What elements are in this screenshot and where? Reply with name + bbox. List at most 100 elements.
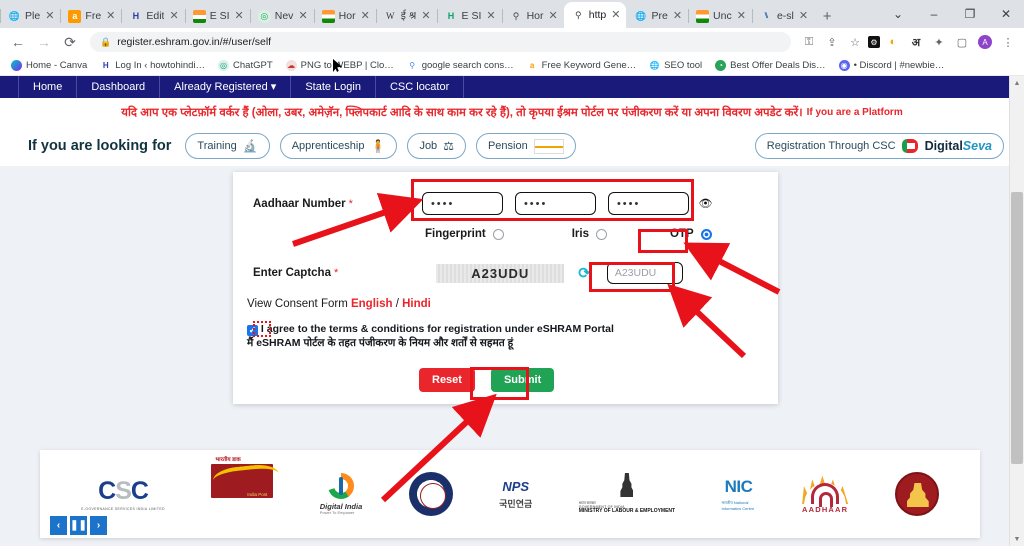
india-post-hindi: भारतीय डाक xyxy=(215,457,241,463)
sidepanel-icon[interactable]: ▢ xyxy=(952,32,972,52)
puzzle-icon[interactable]: ✦ xyxy=(929,32,949,52)
consent-english-link[interactable]: English xyxy=(351,298,393,310)
h-icon: H xyxy=(447,10,455,21)
browser-tab[interactable]: 🌐 Ple ✕ xyxy=(0,4,60,28)
telegram-icon: ◔ xyxy=(715,60,727,71)
share-icon[interactable]: ⇪ xyxy=(822,32,842,52)
reload-icon[interactable]: ⟳ xyxy=(58,30,82,54)
browser-tab[interactable]: ⚲ Hor ✕ xyxy=(501,4,564,28)
job-pill[interactable]: Job ⚖ xyxy=(407,133,466,159)
csc-registration-pill[interactable]: Registration Through CSC DigitalSeva xyxy=(754,133,1004,159)
back-icon[interactable]: ← xyxy=(6,30,30,54)
avatar[interactable]: A xyxy=(975,32,995,52)
bookmark-item[interactable]: ◎ ChatGPT xyxy=(213,57,278,75)
key-icon[interactable]: ⚿ xyxy=(799,32,819,52)
browser-tab[interactable]: W ई श्र ✕ xyxy=(375,4,437,28)
page-scrollbar[interactable]: ▲ ▼ xyxy=(1009,76,1024,546)
marquee-english-text: If you are a Platform xyxy=(806,106,903,118)
minimize-button[interactable]: – xyxy=(916,0,952,28)
close-icon[interactable]: ✕ xyxy=(672,10,682,22)
browser-tab[interactable]: 🌐 Pre ✕ xyxy=(626,4,688,28)
browser-tab[interactable]: Hor ✕ xyxy=(313,4,376,28)
address-bar[interactable]: 🔒 register.eshram.gov.in/#/user/self xyxy=(90,32,791,52)
sidebar-item-state-login[interactable]: State Login xyxy=(291,76,376,98)
pill-label: Training xyxy=(197,140,237,152)
consent-hindi-link[interactable]: Hindi xyxy=(402,298,431,310)
browser-tab[interactable]: H E SI ✕ xyxy=(436,4,502,28)
required-mark: * xyxy=(348,197,353,210)
close-window-button[interactable]: ✕ xyxy=(988,0,1024,28)
captcha-row: Enter Captcha * A23UDU ⟳ A23UDU xyxy=(253,262,758,284)
close-icon[interactable]: ✕ xyxy=(360,10,370,22)
tab-title: Hor xyxy=(526,10,544,22)
fingerprint-radio[interactable]: Fingerprint xyxy=(425,228,504,240)
close-icon[interactable]: ✕ xyxy=(234,10,244,22)
bookmark-item[interactable]: ◉ • Discord | #newbie… xyxy=(834,57,950,75)
carousel-prev-button[interactable]: ‹ xyxy=(50,516,67,535)
moon-icon[interactable]: ◐ xyxy=(883,32,903,52)
annotation-box-submit xyxy=(470,367,529,400)
forward-icon[interactable]: → xyxy=(32,30,56,54)
close-icon[interactable]: ✕ xyxy=(44,10,54,22)
sidebar-item-home[interactable]: Home xyxy=(18,76,78,98)
reset-button[interactable]: Reset xyxy=(419,368,475,392)
bookmark-item[interactable]: H Log In ‹ howtohindi… xyxy=(95,57,210,75)
carousel-pause-button[interactable]: ❚❚ xyxy=(70,516,87,535)
tab-title: Ple xyxy=(25,10,41,22)
annotation-box-aadhaar xyxy=(411,179,694,221)
bookmark-item[interactable]: Home - Canva xyxy=(6,57,92,75)
nic-logo: NIC भारतीय National Informatics Centre xyxy=(722,464,756,524)
chart-icon: ⑊ xyxy=(764,11,769,20)
tab-search-button[interactable]: ⌄ xyxy=(880,0,916,28)
pension-pill[interactable]: Pension xyxy=(475,133,576,159)
nps-korean-text: 국민연금 xyxy=(499,498,533,509)
eye-icon[interactable]: 👁 xyxy=(698,197,712,210)
amazon-icon: a xyxy=(529,61,535,70)
sidebar-item-already-registered[interactable]: Already Registered ▾ xyxy=(160,76,292,98)
close-icon[interactable]: ✕ xyxy=(548,10,558,22)
bookmark-item[interactable]: ◔ Best Offer Deals Dis… xyxy=(710,57,830,75)
browser-tab[interactable]: ◎ Nev ✕ xyxy=(249,4,314,28)
star-icon[interactable]: ☆ xyxy=(845,32,865,52)
close-icon[interactable]: ✕ xyxy=(798,10,808,22)
browser-tab[interactable]: Unc ✕ xyxy=(688,4,752,28)
carousel-next-button[interactable]: › xyxy=(90,516,107,535)
close-icon[interactable]: ✕ xyxy=(420,10,430,22)
browser-tab[interactable]: a Fre ✕ xyxy=(60,4,121,28)
ministry-name: MINISTRY OF LABOUR & EMPLOYMENT xyxy=(578,508,676,515)
new-tab-button[interactable]: + xyxy=(814,4,840,28)
whatsapp-icon: ◎ xyxy=(257,9,271,23)
browser-tab-active[interactable]: ⚲ http ✕ xyxy=(563,2,627,28)
training-pill[interactable]: Training 🔬 xyxy=(185,133,270,159)
browser-tab[interactable]: ⑊ e-sl ✕ xyxy=(751,4,814,28)
hindi-icon[interactable]: अ xyxy=(906,32,926,52)
scrollbar-thumb[interactable] xyxy=(1011,192,1023,464)
bookmark-item[interactable]: 🌐 SEO tool xyxy=(644,57,707,75)
close-icon[interactable]: ✕ xyxy=(297,10,307,22)
close-icon[interactable]: ✕ xyxy=(736,10,746,22)
bookmark-item[interactable]: a Free Keyword Gene… xyxy=(522,57,642,75)
browser-tab[interactable]: E SI ✕ xyxy=(184,4,250,28)
maximize-button[interactable]: ❐ xyxy=(952,0,988,28)
bookmark-item[interactable]: ⚲ google search cons… xyxy=(402,57,519,75)
iris-radio[interactable]: Iris xyxy=(572,228,607,240)
radio-dot[interactable] xyxy=(595,228,607,240)
radio-dot[interactable] xyxy=(492,228,504,240)
extension-dark-icon[interactable]: ⚙ xyxy=(868,36,880,48)
close-icon[interactable]: ✕ xyxy=(610,9,620,21)
close-icon[interactable]: ✕ xyxy=(485,10,495,22)
sidebar-item-dashboard[interactable]: Dashboard xyxy=(77,76,161,98)
close-icon[interactable]: ✕ xyxy=(105,10,115,22)
sidebar-item-csc-locator[interactable]: CSC locator xyxy=(376,76,465,98)
globe-icon: 🌐 xyxy=(635,10,647,21)
radio-dot-selected[interactable] xyxy=(700,228,712,240)
scroll-down-arrow-icon[interactable]: ▼ xyxy=(1010,532,1024,546)
chatgpt-icon: ◎ xyxy=(218,60,230,71)
close-icon[interactable]: ✕ xyxy=(168,10,178,22)
browser-menu-icon[interactable]: ⋮ xyxy=(998,32,1018,52)
scroll-up-arrow-icon[interactable]: ▲ xyxy=(1010,76,1024,90)
browser-tab[interactable]: H Edit ✕ xyxy=(121,4,184,28)
tab-title: Pre xyxy=(651,10,668,22)
apprenticeship-pill[interactable]: Apprenticeship 🧍 xyxy=(279,133,398,159)
digital-india-logo: Digital India Power To Empower xyxy=(320,464,362,524)
